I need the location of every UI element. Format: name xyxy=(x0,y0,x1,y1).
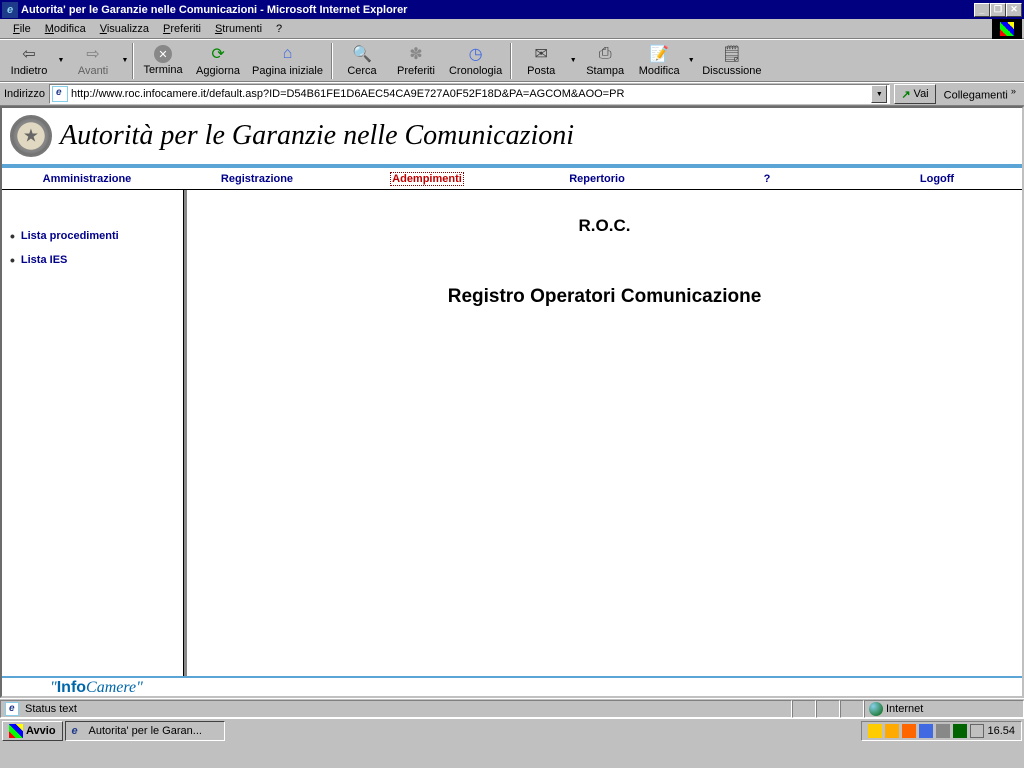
links-button[interactable]: Collegamenti » xyxy=(940,86,1020,102)
page-icon xyxy=(52,86,68,102)
tray-icon[interactable] xyxy=(970,724,984,738)
edit-icon: 📝 xyxy=(649,44,669,64)
tray-icon[interactable] xyxy=(902,724,916,738)
go-button[interactable]: Vai xyxy=(894,84,935,104)
page-icon xyxy=(5,702,19,716)
stop-button[interactable]: ✕ Termina xyxy=(136,41,190,81)
history-button[interactable]: ◷ Cronologia xyxy=(443,41,508,81)
toolbar-divider xyxy=(132,43,134,79)
home-button[interactable]: ⌂ Pagina iniziale xyxy=(246,41,329,81)
home-icon: ⌂ xyxy=(278,44,298,64)
nav-register[interactable]: Registrazione xyxy=(172,168,342,189)
crest-icon xyxy=(10,115,52,157)
tray-icon[interactable] xyxy=(868,724,882,738)
toolbar-divider xyxy=(331,43,333,79)
back-dropdown[interactable]: ▼ xyxy=(56,57,66,64)
statusbar: Status text Internet xyxy=(0,698,1024,718)
security-zone: Internet xyxy=(864,700,1024,718)
toolbar-divider xyxy=(510,43,512,79)
main-subheading: Registro Operatori Comunicazione xyxy=(187,286,1022,308)
windows-logo-icon xyxy=(992,19,1022,39)
tray-icon[interactable] xyxy=(953,724,967,738)
start-button[interactable]: Avvio xyxy=(2,721,63,741)
discuss-button[interactable]: 🗒 Discussione xyxy=(696,41,767,81)
menu-file[interactable]: File xyxy=(6,21,38,37)
stop-icon: ✕ xyxy=(154,45,172,63)
forward-arrow-icon: ⇨ xyxy=(83,44,103,64)
edit-dropdown[interactable]: ▼ xyxy=(686,57,696,64)
toolbar: ⇦ Indietro ▼ ⇨ Avanti ▼ ✕ Termina ⟳ Aggi… xyxy=(0,39,1024,82)
menu-edit[interactable]: Modifica xyxy=(38,21,93,37)
back-button[interactable]: ⇦ Indietro xyxy=(2,41,56,81)
sidebar: Lista procedimenti Lista IES xyxy=(2,190,184,676)
menu-view[interactable]: Visualizza xyxy=(93,21,156,37)
history-icon: ◷ xyxy=(466,44,486,64)
sidebar-item-ies[interactable]: Lista IES xyxy=(10,252,175,268)
forward-dropdown: ▼ xyxy=(120,57,130,64)
back-arrow-icon: ⇦ xyxy=(19,44,39,64)
address-dropdown[interactable]: ▼ xyxy=(871,85,887,103)
page-banner: Autorità per le Garanzie nelle Comunicaz… xyxy=(2,108,1022,166)
search-icon: 🔍 xyxy=(352,44,372,64)
banner-title: Autorità per le Garanzie nelle Comunicaz… xyxy=(60,120,574,152)
nav-logoff[interactable]: Logoff xyxy=(852,168,1022,189)
forward-button: ⇨ Avanti xyxy=(66,41,120,81)
menu-help[interactable]: ? xyxy=(269,21,289,37)
refresh-icon: ⟳ xyxy=(208,44,228,64)
close-button[interactable]: ✕ xyxy=(1006,3,1022,17)
search-button[interactable]: 🔍 Cerca xyxy=(335,41,389,81)
ie-icon xyxy=(2,2,18,18)
main-content: R.O.C. Registro Operatori Comunicazione xyxy=(184,190,1022,676)
favorites-button[interactable]: ✽ Preferiti xyxy=(389,41,443,81)
address-input[interactable] xyxy=(71,88,871,100)
minimize-button[interactable]: _ xyxy=(974,3,990,17)
nav-compliance[interactable]: Adempimenti xyxy=(342,168,512,189)
system-tray[interactable]: 16.54 xyxy=(861,721,1022,741)
globe-icon xyxy=(869,702,883,716)
tray-icon[interactable] xyxy=(885,724,899,738)
print-icon: ⎙ xyxy=(595,44,615,64)
status-text-cell: Status text xyxy=(0,700,792,718)
clock: 16.54 xyxy=(987,725,1015,737)
window-title: Autorita' per le Garanzie nelle Comunica… xyxy=(21,4,974,16)
menu-favorites[interactable]: Preferiti xyxy=(156,21,208,37)
taskbar-task[interactable]: Autorita' per le Garan... xyxy=(65,721,225,741)
print-button[interactable]: ⎙ Stampa xyxy=(578,41,632,81)
menubar: File Modifica Visualizza Preferiti Strum… xyxy=(0,19,1024,39)
address-bar: Indirizzo ▼ Vai Collegamenti » xyxy=(0,82,1024,106)
window-titlebar: Autorita' per le Garanzie nelle Comunica… xyxy=(0,0,1024,19)
status-text: Status text xyxy=(25,703,77,715)
menu-tools[interactable]: Strumenti xyxy=(208,21,269,37)
status-cell xyxy=(792,700,816,718)
address-label: Indirizzo xyxy=(4,88,45,100)
sidebar-item-procedimenti[interactable]: Lista procedimenti xyxy=(10,228,175,244)
edit-button[interactable]: 📝 Modifica xyxy=(632,41,686,81)
tray-icon[interactable] xyxy=(936,724,950,738)
mail-dropdown[interactable]: ▼ xyxy=(568,57,578,64)
mail-icon: ✉ xyxy=(531,44,551,64)
page-viewport: Autorità per le Garanzie nelle Comunicaz… xyxy=(0,106,1024,698)
refresh-button[interactable]: ⟳ Aggiorna xyxy=(190,41,246,81)
nav-help[interactable]: ? xyxy=(682,168,852,189)
maximize-button[interactable]: ❐ xyxy=(990,3,1006,17)
tray-icon[interactable] xyxy=(919,724,933,738)
footer-brand: "InfoCamere" xyxy=(2,676,1022,698)
mail-button[interactable]: ✉ Posta xyxy=(514,41,568,81)
nav-admin[interactable]: Amministrazione xyxy=(2,168,172,189)
status-cell xyxy=(840,700,864,718)
nav-repertory[interactable]: Repertorio xyxy=(512,168,682,189)
discuss-icon: 🗒 xyxy=(722,44,742,64)
main-heading: R.O.C. xyxy=(187,216,1022,236)
status-cell xyxy=(816,700,840,718)
favorites-icon: ✽ xyxy=(406,44,426,64)
top-nav: Amministrazione Registrazione Adempiment… xyxy=(2,166,1022,190)
taskbar: Avvio Autorita' per le Garan... 16.54 xyxy=(0,718,1024,742)
address-input-wrap[interactable]: ▼ xyxy=(49,84,890,104)
